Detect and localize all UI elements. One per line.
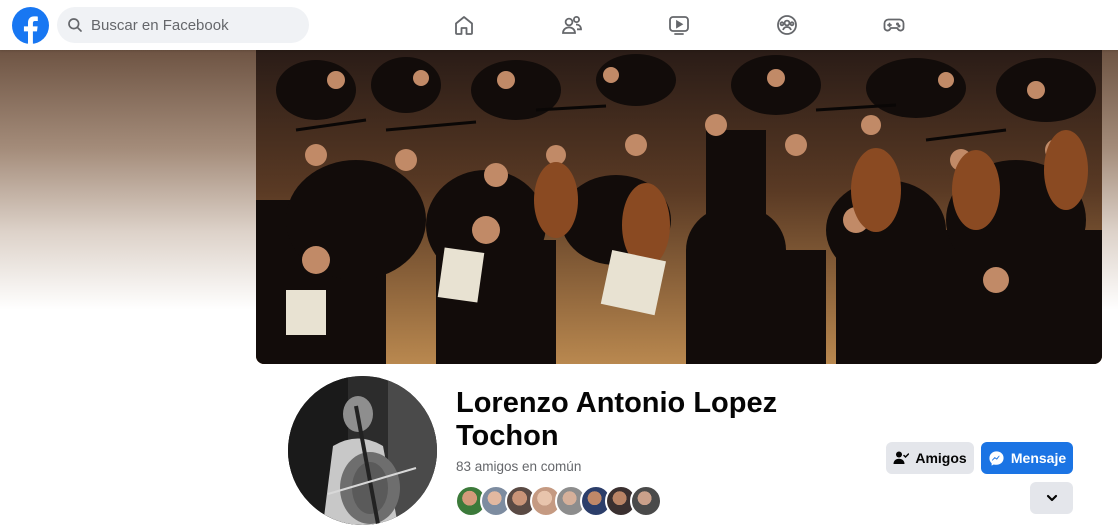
- nav-friends-icon[interactable]: [557, 10, 587, 40]
- message-button-label: Mensaje: [1010, 450, 1067, 466]
- search-icon: [68, 18, 82, 32]
- message-button[interactable]: Mensaje: [981, 442, 1073, 474]
- nav-gaming-icon[interactable]: [879, 10, 909, 40]
- friend-check-icon: [893, 451, 910, 464]
- facebook-logo-icon[interactable]: [12, 7, 49, 44]
- nav-watch-icon[interactable]: [664, 10, 694, 40]
- nav-home-icon[interactable]: [449, 10, 479, 40]
- search-input[interactable]: [89, 15, 293, 35]
- top-navigation-bar: [0, 0, 1118, 50]
- profile-picture[interactable]: [288, 376, 437, 525]
- friends-button-label: Amigos: [915, 450, 967, 466]
- mutual-friends-count[interactable]: 83 amigos en común: [456, 459, 581, 474]
- friends-button[interactable]: Amigos: [886, 442, 974, 474]
- friend-avatar[interactable]: [630, 485, 662, 517]
- messenger-icon: [989, 450, 1004, 466]
- cover-photo[interactable]: [256, 50, 1102, 364]
- search-bar[interactable]: [57, 7, 309, 43]
- chevron-down-icon: [1046, 494, 1057, 502]
- nav-groups-icon[interactable]: [772, 10, 802, 40]
- profile-name: Lorenzo Antonio Lopez Tochon: [456, 387, 778, 452]
- more-options-button[interactable]: [1030, 482, 1073, 514]
